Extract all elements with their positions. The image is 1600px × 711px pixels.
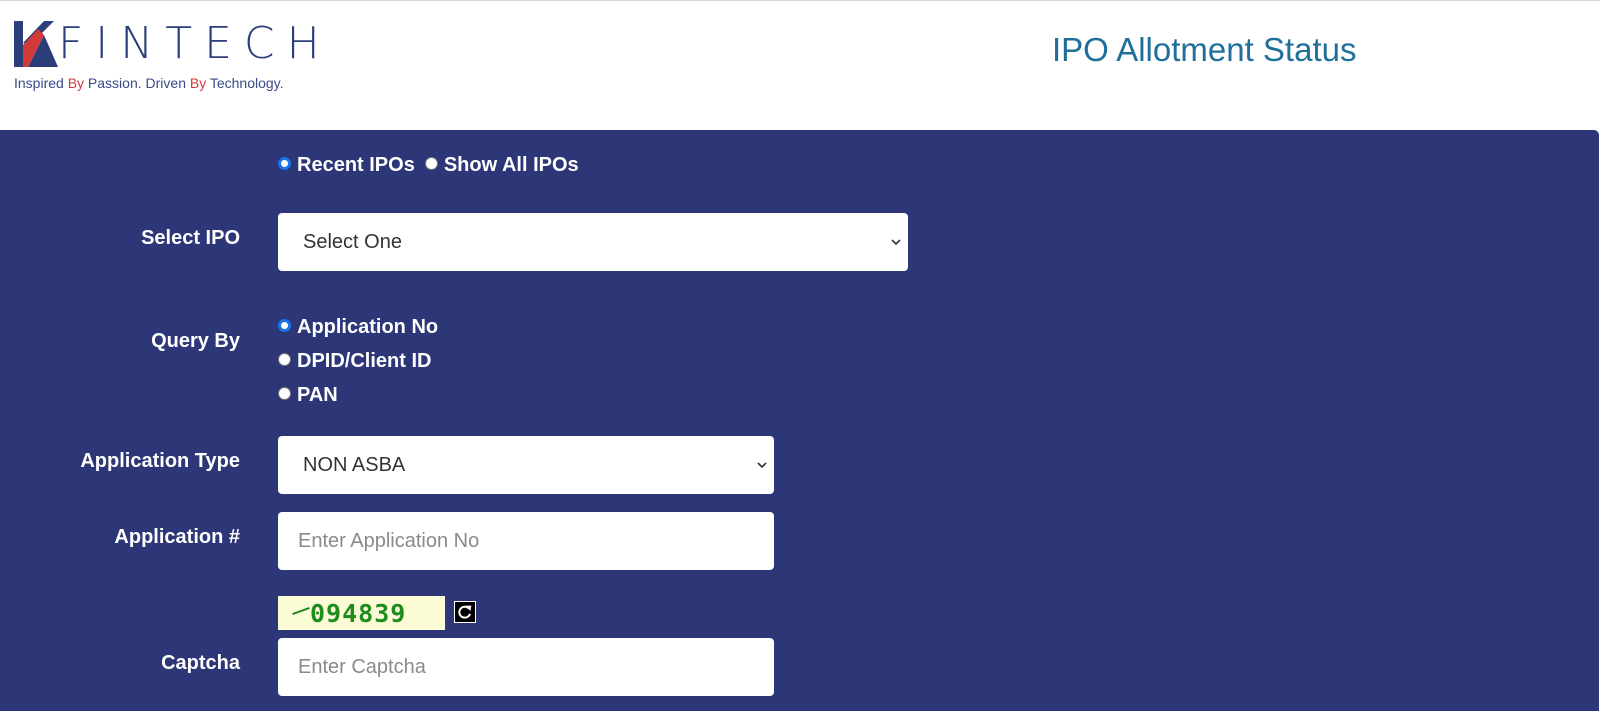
- radio-application-no-label[interactable]: Application No: [297, 316, 438, 339]
- logo[interactable]: FINTECH Inspired By Passion. Driven By T…: [14, 15, 320, 95]
- refresh-captcha-button[interactable]: [454, 601, 476, 623]
- ipo-filter-group: Recent IPOs Show All IPOs: [278, 154, 579, 177]
- captcha-label: Captcha: [161, 652, 240, 674]
- application-type-dropdown[interactable]: NON ASBA: [278, 436, 774, 494]
- radio-dpid-client-id[interactable]: [278, 353, 291, 366]
- radio-recent-ipos[interactable]: [278, 157, 291, 170]
- tagline-by2: By: [189, 75, 207, 91]
- captcha-image: 094839: [278, 596, 445, 630]
- page: FINTECH Inspired By Passion. Driven By T…: [0, 0, 1600, 711]
- captcha-code: 094839: [310, 598, 407, 628]
- chevron-down-icon: [757, 462, 767, 469]
- query-by-option-dpid[interactable]: DPID/Client ID: [278, 350, 431, 373]
- application-no-placeholder: Enter Application No: [298, 529, 480, 552]
- application-type-value: NON ASBA: [303, 453, 406, 476]
- tagline-part3: Technology.: [206, 75, 284, 91]
- logo-tagline: Inspired By Passion. Driven By Technolog…: [14, 75, 284, 91]
- radio-dpid-client-id-label[interactable]: DPID/Client ID: [297, 350, 431, 373]
- query-by-option-application-no[interactable]: Application No: [278, 316, 438, 339]
- application-no-label: Application #: [114, 526, 240, 548]
- radio-show-all-ipos-label[interactable]: Show All IPOs: [444, 154, 579, 177]
- header: FINTECH Inspired By Passion. Driven By T…: [0, 0, 1600, 130]
- tagline-part2: Passion. Driven: [84, 75, 190, 91]
- application-type-label: Application Type: [80, 450, 240, 472]
- select-ipo-value: Select One: [303, 230, 402, 253]
- query-by-option-pan[interactable]: PAN: [278, 384, 338, 407]
- application-no-input[interactable]: Enter Application No: [278, 512, 774, 570]
- radio-pan[interactable]: [278, 387, 291, 400]
- page-title: IPO Allotment Status: [1052, 31, 1357, 68]
- query-form-panel: Recent IPOs Show All IPOs Select IPO Sel…: [0, 130, 1599, 711]
- radio-application-no[interactable]: [278, 319, 291, 332]
- query-by-label: Query By: [151, 330, 240, 352]
- logo-wordmark: FINTECH: [58, 18, 332, 69]
- captcha-noise-line: [292, 606, 310, 616]
- radio-recent-ipos-label[interactable]: Recent IPOs: [297, 154, 415, 177]
- radio-show-all-ipos[interactable]: [424, 157, 438, 170]
- radio-pan-label[interactable]: PAN: [297, 384, 338, 407]
- kfintech-logo-icon: [14, 21, 58, 67]
- captcha-input[interactable]: Enter Captcha: [278, 638, 774, 696]
- tagline-by1: By: [67, 75, 85, 91]
- captcha-placeholder: Enter Captcha: [298, 655, 426, 678]
- tagline-part1: Inspired: [14, 75, 68, 91]
- select-ipo-label: Select IPO: [141, 227, 240, 249]
- chevron-down-icon: [891, 239, 901, 246]
- refresh-icon: [458, 605, 472, 619]
- select-ipo-dropdown[interactable]: Select One: [278, 213, 908, 271]
